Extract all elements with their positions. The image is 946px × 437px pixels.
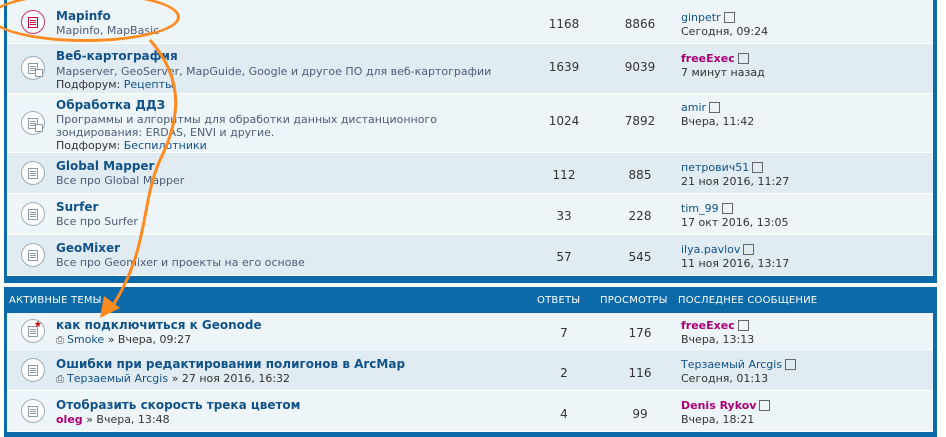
annotation-arrow (100, 39, 178, 318)
